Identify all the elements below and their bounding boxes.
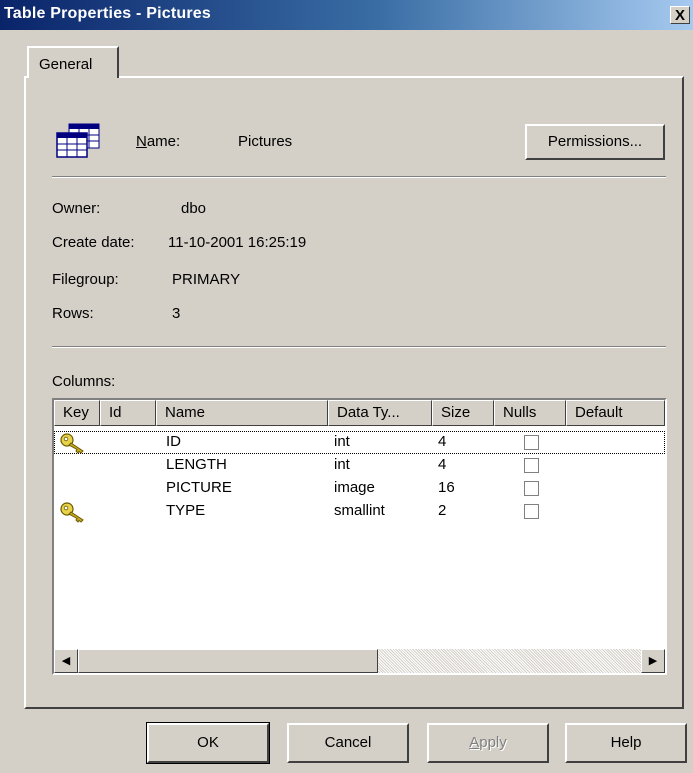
name-value: Pictures (238, 133, 293, 150)
cell-size: 4 (438, 456, 447, 473)
columns-listview[interactable]: Key Id Name Data Ty... Size Nulls Defaul… (52, 398, 667, 675)
cell-size: 4 (438, 433, 447, 450)
columns-label: Columns: (52, 373, 116, 390)
create-date-value: 11-10-2001 16:25:19 (168, 234, 307, 251)
key-icon (60, 433, 84, 454)
create-date-label: Create date: (52, 234, 135, 251)
rows-value: 3 (172, 305, 181, 322)
title-bar: Table Properties - Pictures X (0, 0, 693, 30)
owner-value: dbo (181, 200, 207, 217)
scrollbar-thumb[interactable] (78, 649, 378, 673)
permissions-button[interactable]: Permissions... (525, 124, 665, 160)
nulls-checkbox[interactable] (524, 435, 539, 450)
separator (52, 346, 666, 348)
filegroup-value: PRIMARY (172, 271, 241, 288)
apply-button: Apply (427, 723, 549, 763)
tab-general[interactable]: General (27, 46, 119, 78)
header-name[interactable]: Name (156, 400, 328, 426)
table-row[interactable]: PICTURE image 16 (54, 477, 665, 500)
nulls-checkbox[interactable] (524, 481, 539, 496)
ok-button[interactable]: OK (146, 722, 270, 764)
separator (52, 176, 666, 178)
table-icon (56, 123, 100, 158)
scroll-right-icon[interactable]: ▶ (641, 649, 665, 673)
header-key[interactable]: Key (54, 400, 100, 426)
key-icon (60, 502, 84, 523)
nulls-checkbox[interactable] (524, 504, 539, 519)
nulls-checkbox[interactable] (524, 458, 539, 473)
cell-name: LENGTH (166, 456, 227, 473)
window-title: Table Properties - Pictures (4, 5, 211, 22)
header-default[interactable]: Default (566, 400, 665, 426)
table-row[interactable]: TYPE smallint 2 (54, 500, 665, 523)
scroll-left-icon[interactable]: ◀ (54, 649, 78, 673)
header-size[interactable]: Size (432, 400, 494, 426)
header-data-type[interactable]: Data Ty... (328, 400, 432, 426)
cell-name: PICTURE (166, 479, 232, 496)
cell-name: TYPE (166, 502, 206, 519)
close-button[interactable]: X (670, 6, 690, 24)
help-button[interactable]: Help (565, 723, 687, 763)
cell-size: 16 (438, 479, 455, 496)
cell-data-type: image (334, 479, 375, 496)
horizontal-scrollbar[interactable]: ◀ ▶ (54, 649, 665, 673)
table-row[interactable]: LENGTH int 4 (54, 454, 665, 477)
cell-data-type: int (334, 456, 350, 473)
header-id[interactable]: Id (100, 400, 156, 426)
table-row[interactable]: ID int 4 (54, 431, 665, 454)
cancel-button[interactable]: Cancel (287, 723, 409, 763)
filegroup-label: Filegroup: (52, 271, 119, 288)
name-label: Name: (136, 133, 181, 150)
tab-general-label: General (39, 56, 93, 73)
owner-label: Owner: (52, 200, 101, 217)
header-nulls[interactable]: Nulls (494, 400, 566, 426)
cell-name: ID (166, 433, 181, 450)
cell-size: 2 (438, 502, 447, 519)
rows-label: Rows: (52, 305, 94, 322)
cell-data-type: int (334, 433, 350, 450)
cell-data-type: smallint (334, 502, 385, 519)
